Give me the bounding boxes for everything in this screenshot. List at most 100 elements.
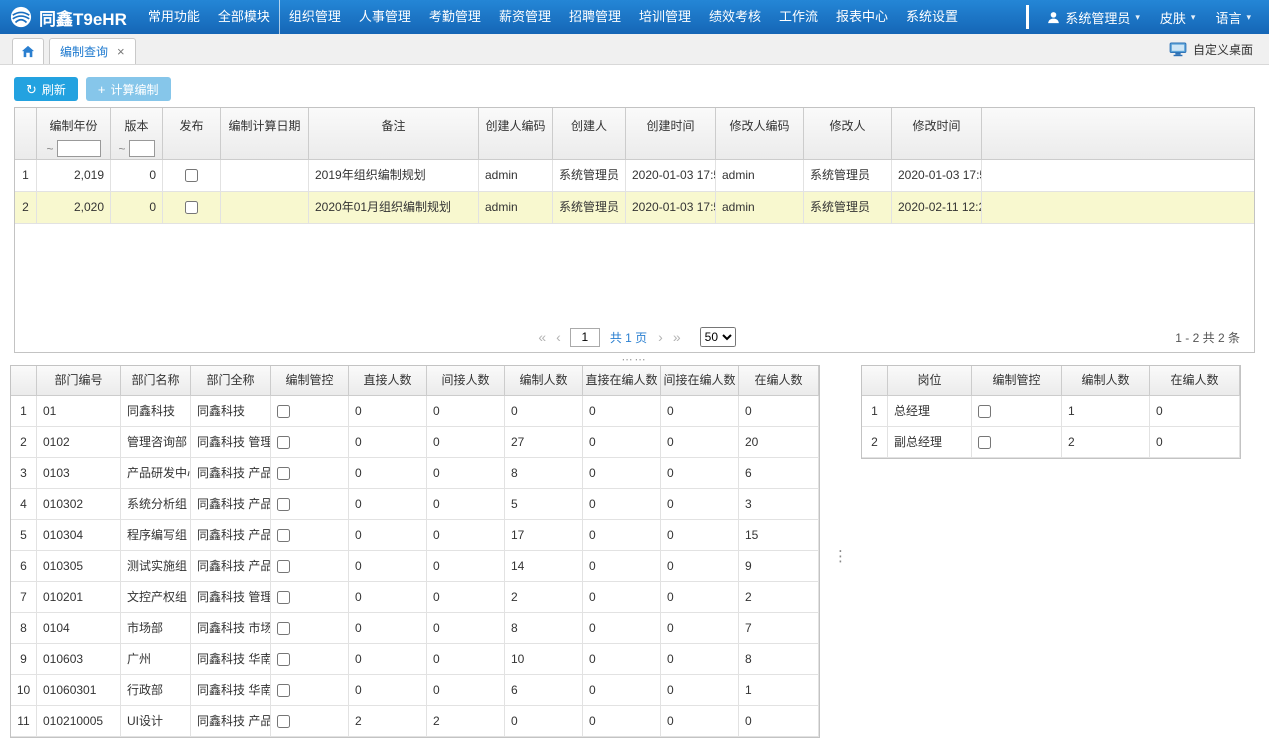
column-label: 备注: [381, 117, 405, 134]
name-cell: UI设计: [121, 706, 191, 736]
full-cell: 同鑫科技 产品研发中心: [191, 706, 271, 736]
establishment-control-checkbox[interactable]: [277, 405, 290, 418]
vertical-splitter[interactable]: ⋮: [820, 365, 861, 746]
language-menu[interactable]: 语言 ▾: [1215, 8, 1251, 27]
column-label: 编制计算日期: [228, 117, 300, 134]
nav-item-11[interactable]: 报表中心: [827, 0, 897, 34]
close-icon[interactable]: ×: [117, 45, 125, 58]
establishment-control-checkbox[interactable]: [277, 622, 290, 635]
record-range-label: 1 - 2 共 2 条: [1175, 329, 1240, 346]
nav-item-9[interactable]: 绩效考核: [700, 0, 770, 34]
direct_onboard-cell: 0: [583, 489, 661, 519]
dept-column-header: 编制管控: [271, 366, 349, 395]
main-table-row[interactable]: 22,02002020年01月组织编制规划admin系统管理员2020-01-0…: [15, 192, 1254, 224]
page-size-select[interactable]: 50: [700, 327, 736, 347]
calculate-establishment-button[interactable]: + 计算编制: [86, 77, 171, 101]
nav-item-6[interactable]: 薪资管理: [490, 0, 560, 34]
indirect-cell: 0: [427, 551, 505, 581]
publish-checkbox[interactable]: [185, 201, 198, 214]
establishment-control-checkbox[interactable]: [277, 560, 290, 573]
skin-menu[interactable]: 皮肤 ▾: [1160, 8, 1196, 27]
establishment-control-checkbox[interactable]: [978, 436, 991, 449]
establishment-cell: 8: [505, 613, 583, 643]
nav-item-5[interactable]: 考勤管理: [420, 0, 490, 34]
code-cell: 0104: [37, 613, 121, 643]
pos-table-row[interactable]: 2副总经理20: [862, 427, 1240, 458]
bottom-panels: 部门编号部门名称部门全称编制管控直接人数间接人数编制人数直接在编人数间接在编人数…: [0, 365, 1269, 746]
onboard-cell: 0: [1150, 396, 1240, 426]
establishment-control-checkbox[interactable]: [277, 467, 290, 480]
nav-item-4[interactable]: 人事管理: [350, 0, 420, 34]
filter-input[interactable]: [129, 140, 155, 157]
establishment-control-checkbox[interactable]: [277, 436, 290, 449]
dept-table-row[interactable]: 30103产品研发中心同鑫科技 产品研发中心008006: [11, 458, 819, 489]
nav-item-10[interactable]: 工作流: [770, 0, 827, 34]
filter-input[interactable]: [57, 140, 101, 157]
establishment-control-checkbox[interactable]: [277, 591, 290, 604]
tab-establishment-query[interactable]: 编制查询 ×: [49, 38, 136, 64]
first-page-icon[interactable]: «: [538, 330, 546, 344]
dept-table-row[interactable]: 5010304程序编写组同鑫科技 产品研发中心00170015: [11, 520, 819, 551]
logo: 同鑫T9eHR: [0, 5, 139, 30]
page-count-label: 共 1 页: [610, 329, 647, 346]
pos-table-row[interactable]: 1总经理10: [862, 396, 1240, 427]
establishment-control-checkbox[interactable]: [277, 653, 290, 666]
dept-table-row[interactable]: 80104市场部同鑫科技 市场部008007: [11, 613, 819, 644]
home-tab[interactable]: [12, 38, 44, 64]
nav-item-3[interactable]: 组织管理: [279, 0, 350, 34]
dept-table-row[interactable]: 1001060301行政部同鑫科技 华南基地006001: [11, 675, 819, 706]
page-number-input[interactable]: [570, 328, 600, 347]
establishment-control-checkbox[interactable]: [277, 498, 290, 511]
refresh-button[interactable]: ↻ 刷新: [14, 77, 78, 101]
chevron-down-icon: ▾: [1135, 12, 1140, 23]
direct_onboard-cell: 0: [583, 582, 661, 612]
name-cell: 行政部: [121, 675, 191, 705]
dept-table-row[interactable]: 7010201文控产权组同鑫科技 管理咨询部002002: [11, 582, 819, 613]
name-cell: 广州: [121, 644, 191, 674]
name-cell: 副总经理: [888, 427, 972, 457]
last-page-icon[interactable]: »: [673, 330, 681, 344]
main-column-header: 发布: [163, 108, 221, 159]
rownum-cell: 11: [11, 706, 37, 736]
direct-cell: 0: [349, 458, 427, 488]
nav-item-7[interactable]: 招聘管理: [560, 0, 630, 34]
main-column-header: 版本~: [111, 108, 163, 159]
refresh-icon: ↻: [26, 83, 37, 96]
dept-table-row[interactable]: 11010210005UI设计同鑫科技 产品研发中心220000: [11, 706, 819, 737]
nav-item-12[interactable]: 系统设置: [897, 0, 967, 34]
direct-cell: 0: [349, 427, 427, 457]
rownum-cell: 7: [11, 582, 37, 612]
dept-table-row[interactable]: 101同鑫科技同鑫科技000000: [11, 396, 819, 427]
onboard-cell: 8: [739, 644, 819, 674]
establishment-control-checkbox[interactable]: [277, 684, 290, 697]
establishment-control-checkbox[interactable]: [277, 529, 290, 542]
horizontal-splitter[interactable]: ⋯⋯: [0, 353, 1269, 365]
prev-page-icon[interactable]: ‹: [556, 330, 561, 344]
tab-label: 编制查询: [60, 43, 108, 60]
indirect-cell: 0: [427, 582, 505, 612]
user-menu[interactable]: 系统管理员 ▾: [1047, 8, 1140, 27]
main-column-header: 修改人: [804, 108, 892, 159]
main-column-header: 创建时间: [626, 108, 716, 159]
nav-menu: 常用功能全部模块组织管理人事管理考勤管理薪资管理招聘管理培训管理绩效考核工作流报…: [139, 0, 1021, 34]
dept-table-row[interactable]: 6010305测试实施组同鑫科技 产品研发中心0014009: [11, 551, 819, 582]
control-cell: [271, 551, 349, 581]
custom-desktop-button[interactable]: 自定义桌面: [1169, 41, 1257, 58]
nav-item-2[interactable]: 全部模块: [209, 0, 279, 34]
pos-column-header: 编制人数: [1062, 366, 1150, 395]
code-cell: 0102: [37, 427, 121, 457]
main-table-row[interactable]: 12,01902019年组织编制规划admin系统管理员2020-01-03 1…: [15, 160, 1254, 192]
indirect_onboard-cell: 0: [661, 706, 739, 736]
establishment-control-checkbox[interactable]: [277, 715, 290, 728]
publish-checkbox[interactable]: [185, 169, 198, 182]
rownum-cell: 2: [15, 192, 37, 223]
remark-cell: 2019年组织编制规划: [309, 160, 479, 191]
dept-table-row[interactable]: 4010302系统分析组同鑫科技 产品研发中心005003: [11, 489, 819, 520]
establishment-control-checkbox[interactable]: [978, 405, 991, 418]
nav-item-1[interactable]: 常用功能: [139, 0, 209, 34]
nav-item-8[interactable]: 培训管理: [630, 0, 700, 34]
next-page-icon[interactable]: ›: [658, 330, 663, 344]
pos-column-header: 编制管控: [972, 366, 1062, 395]
dept-table-row[interactable]: 20102管理咨询部同鑫科技 管理咨询部00270020: [11, 427, 819, 458]
dept-table-row[interactable]: 9010603广州同鑫科技 华南基地0010008: [11, 644, 819, 675]
